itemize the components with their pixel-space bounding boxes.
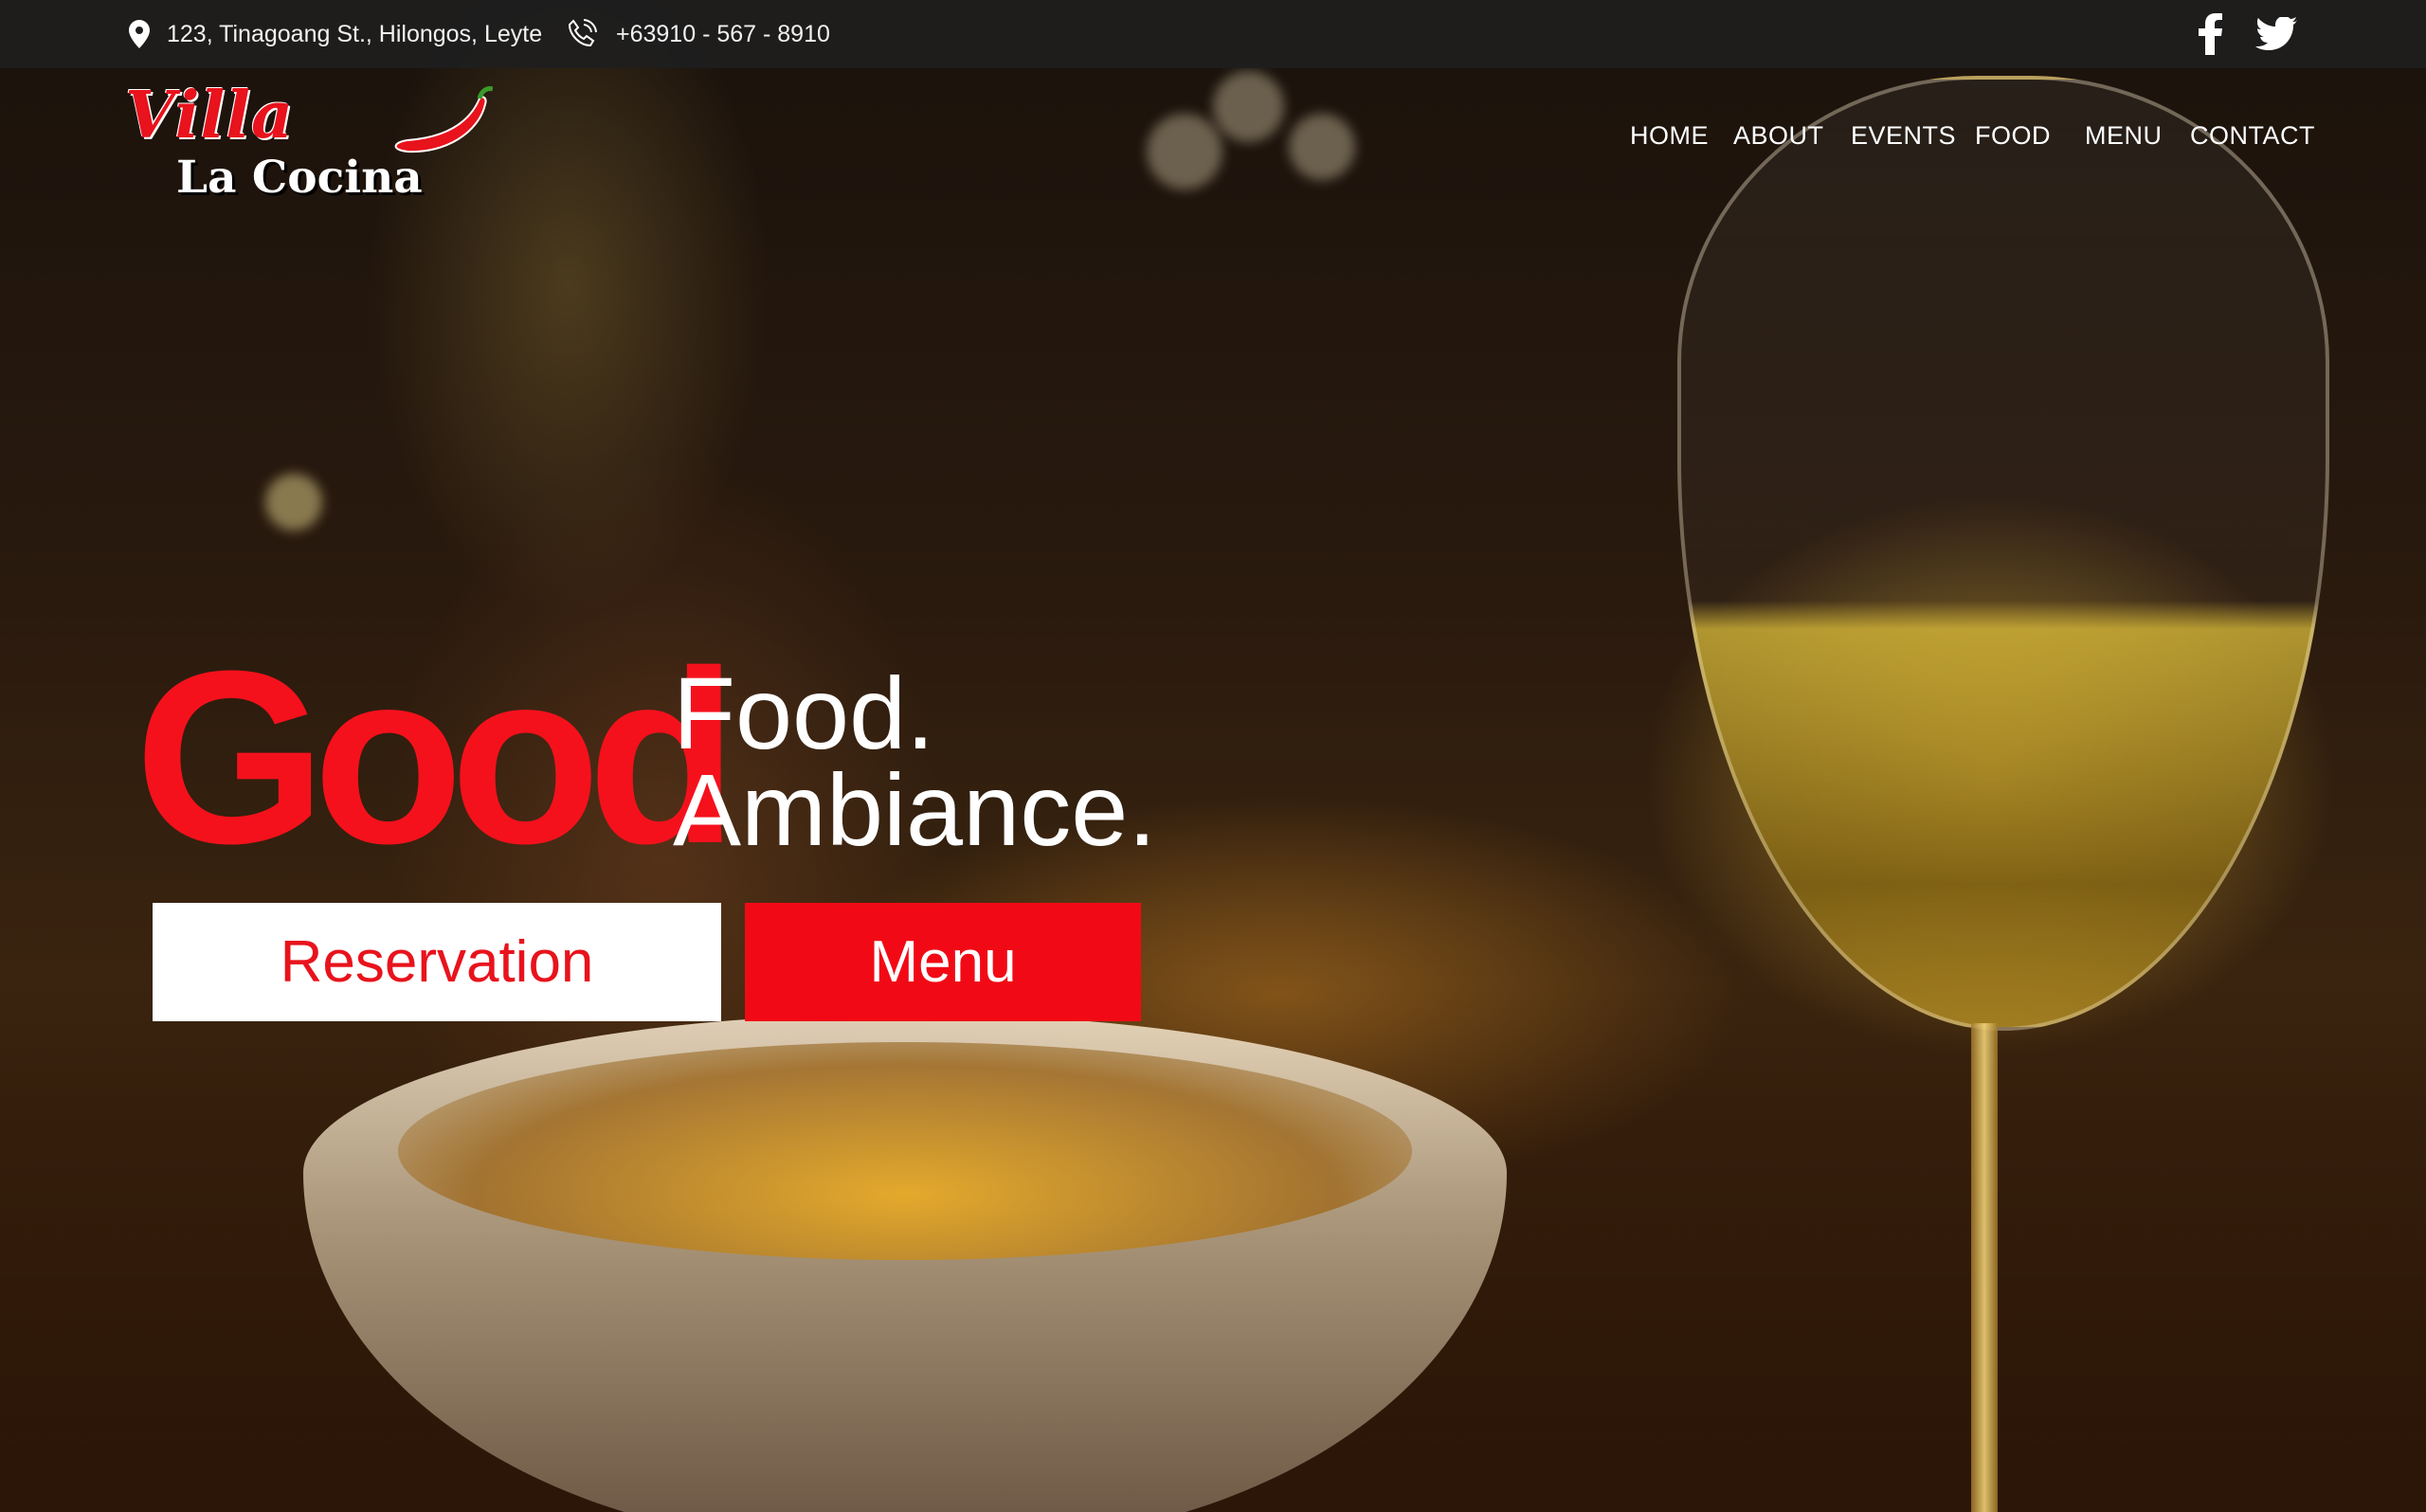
map-pin-icon (129, 20, 150, 48)
bokeh-light (1289, 114, 1355, 180)
address-item: 123, Tinagoang St., Hilongos, Leyte (129, 17, 542, 51)
bokeh-light (265, 474, 322, 531)
nav-menu[interactable]: MENU (2085, 121, 2163, 159)
headline-line-ambiance: Ambiance. (673, 752, 1157, 867)
headline-highlight: Good (135, 621, 738, 895)
reservation-button[interactable]: Reservation (153, 903, 721, 1021)
nav-events[interactable]: EVENTS (1851, 121, 1956, 159)
twitter-icon (2255, 17, 2297, 50)
nav-contact[interactable]: CONTACT (2190, 121, 2315, 159)
chili-pepper-icon (394, 86, 493, 153)
wine-glass-stem (1971, 1023, 1998, 1512)
nav-home[interactable]: HOME (1630, 121, 1709, 159)
logo-name-text: La Cocina (176, 152, 423, 204)
logo-villa-text: Villa (125, 78, 295, 153)
phone-text: +63910 - 567 - 8910 (616, 20, 830, 47)
phone-item: +63910 - 567 - 8910 (565, 17, 830, 51)
top-bar: 123, Tinagoang St., Hilongos, Leyte +639… (0, 0, 2426, 68)
phone-icon (568, 19, 597, 47)
facebook-icon (2199, 13, 2222, 55)
address-text: 123, Tinagoang St., Hilongos, Leyte (167, 20, 543, 47)
facebook-link[interactable] (2199, 13, 2223, 55)
food-bowl-contents (398, 1042, 1412, 1260)
bokeh-light (1213, 71, 1284, 142)
brand-logo[interactable]: Villa La Cocina (123, 78, 493, 210)
headline-line-food: Food. (673, 656, 935, 770)
nav-about[interactable]: ABOUT (1733, 121, 1824, 159)
bokeh-light (1147, 114, 1222, 189)
hero-section: 123, Tinagoang St., Hilongos, Leyte +639… (0, 0, 2426, 1512)
menu-button[interactable]: Menu (745, 903, 1141, 1021)
nav-food[interactable]: FOOD (1975, 121, 2051, 159)
wine-glass-image (1677, 76, 2329, 1031)
twitter-link[interactable] (2255, 17, 2297, 51)
